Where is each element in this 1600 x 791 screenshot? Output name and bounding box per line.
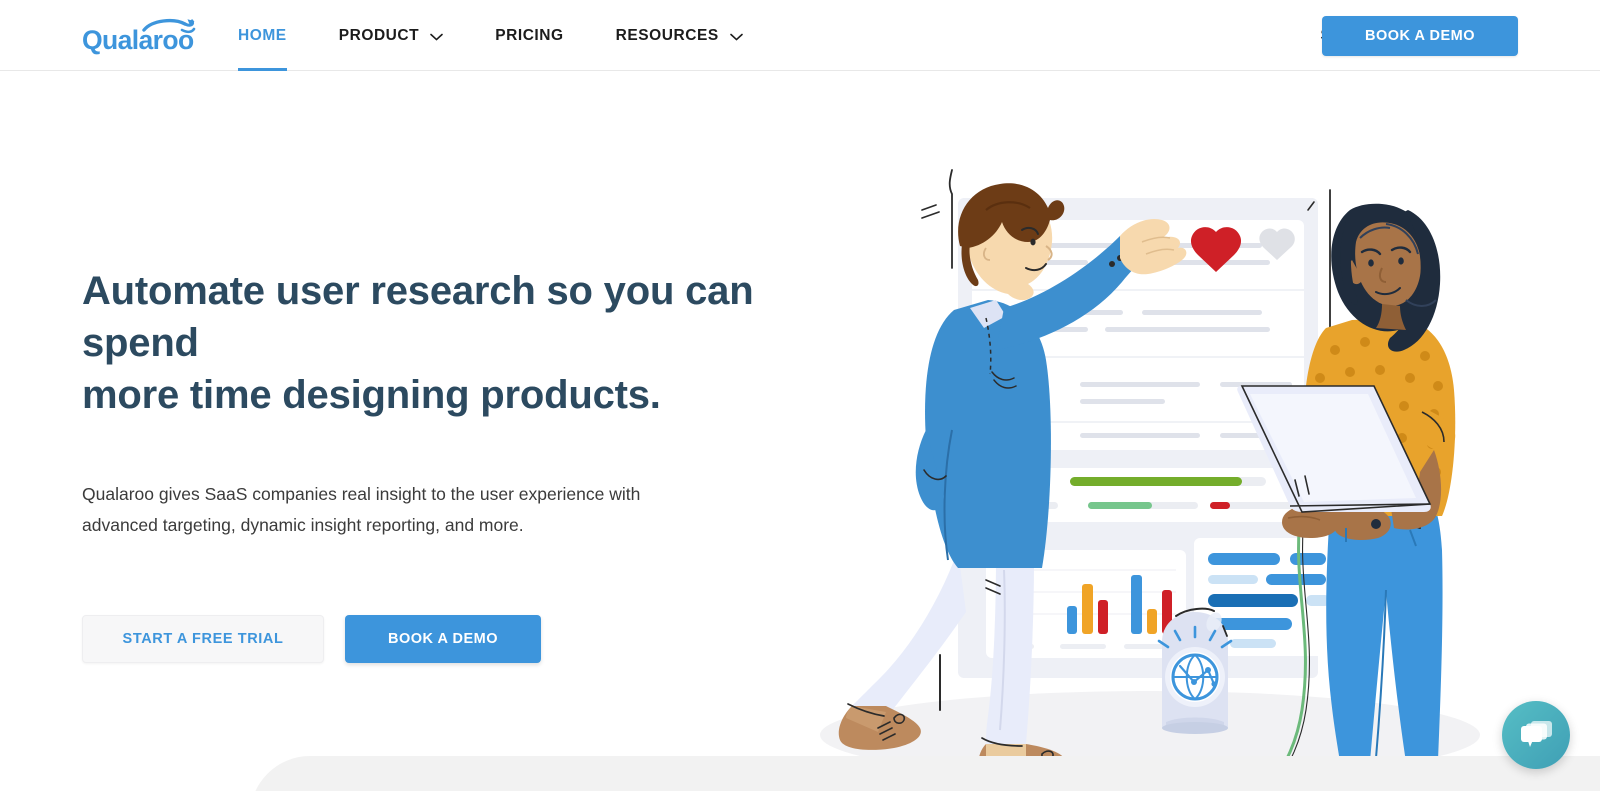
hero-illustration: “ “ (790, 150, 1550, 791)
people-reviewing-feedback-dashboard-illustration-icon: “ “ (820, 169, 1480, 791)
hero-heading-line-1: Automate user research so you can spend (82, 269, 754, 365)
chevron-down-icon (430, 33, 444, 41)
nav-item-resources-label: RESOURCES (615, 26, 719, 44)
chat-bubbles-icon (1521, 721, 1552, 747)
nav-item-product[interactable]: PRODUCT (339, 0, 444, 71)
main-navigation: HOME PRODUCT PRICING RESOURCES (238, 0, 795, 71)
smart-device-dome (1157, 607, 1233, 734)
page-root: Qualaroo HOME PRODUCT PRICING RESOURCES (0, 0, 1600, 791)
next-section-backdrop (250, 756, 1600, 791)
hero-heading-line-2: more time designing products. (82, 373, 661, 417)
header-book-a-demo-button[interactable]: BOOK A DEMO (1322, 16, 1518, 56)
hero-paragraph: Qualaroo gives SaaS companies real insig… (82, 484, 641, 535)
svg-text:Qualaroo: Qualaroo (82, 25, 194, 55)
nav-item-resources[interactable]: RESOURCES (616, 0, 743, 71)
start-a-free-trial-button[interactable]: START A FREE TRIAL (82, 614, 324, 663)
nav-active-underline (238, 68, 287, 71)
nav-item-pricing[interactable]: PRICING (495, 0, 563, 71)
qualaroo-logo[interactable]: Qualaroo (82, 16, 200, 56)
hero-content: Automate user research so you can spend … (82, 265, 762, 663)
nav-item-home[interactable]: HOME (238, 0, 287, 71)
chevron-down-icon (729, 33, 743, 41)
hero-heading: Automate user research so you can spend … (82, 265, 762, 421)
nav-item-pricing-label: PRICING (495, 26, 564, 44)
qualaroo-kangaroo-logo-icon: Qualaroo (82, 18, 196, 55)
nav-item-product-label: PRODUCT (338, 26, 420, 44)
chat-widget-button[interactable] (1502, 701, 1570, 769)
hero-cta-row: START A FREE TRIAL BOOK A DEMO (82, 614, 762, 663)
site-header: Qualaroo HOME PRODUCT PRICING RESOURCES (0, 0, 1600, 71)
nav-item-home-label: HOME (238, 26, 287, 44)
hero-book-a-demo-button[interactable]: BOOK A DEMO (345, 614, 541, 663)
